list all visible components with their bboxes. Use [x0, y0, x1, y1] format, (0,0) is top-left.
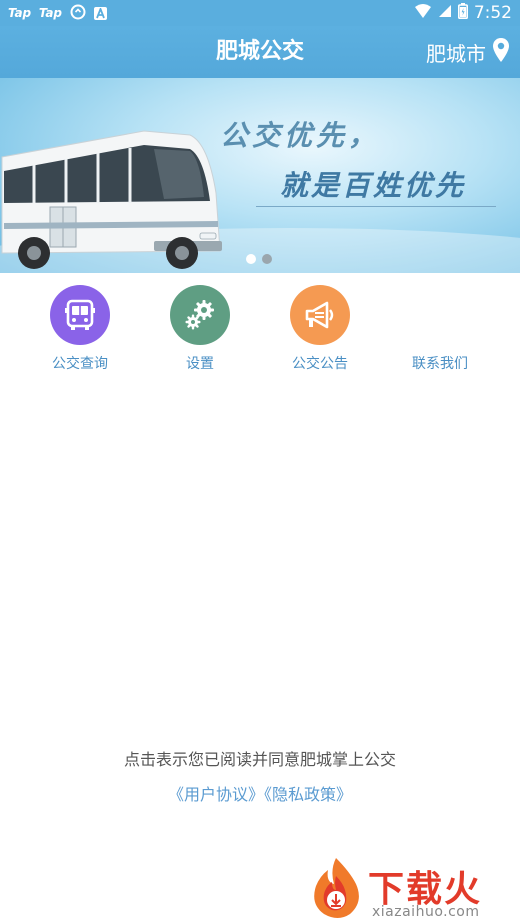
sync-icon [70, 4, 86, 23]
gears-icon [170, 285, 230, 345]
privacy-policy-link[interactable]: 《隐私政策》 [264, 785, 352, 804]
user-agreement-link[interactable]: 《用户协议》 [168, 785, 264, 804]
status-indicators: 7:52 [414, 2, 512, 24]
banner-slogan-line1: 公交优先， [220, 119, 381, 152]
menu-label: 公交查询 [52, 356, 108, 372]
watermark-url: xiazaihuo.com [372, 904, 480, 920]
bus-illustration [1, 130, 222, 269]
app-header: 肥城公交 肥城市 [0, 26, 520, 78]
menu-label: 公交公告 [292, 356, 348, 372]
banner-slogan-line2: 就是百姓优先 [280, 169, 467, 202]
pagination-dot[interactable] [262, 254, 272, 264]
agreement-links: 《用户协议》《隐私政策》 [0, 781, 520, 805]
menu-label: 设置 [186, 356, 214, 372]
pagination-dot-active[interactable] [246, 254, 256, 264]
menu-item-contact-us[interactable]: 联系我们 [380, 285, 500, 373]
taptap-notification-label: Tap [8, 6, 31, 20]
taptap-notification-label: Tap [38, 6, 62, 20]
location-pin-icon [492, 37, 510, 68]
agreement-text: 点击表示您已阅读并同意肥城掌上公交 [123, 750, 396, 769]
status-time: 7:52 [473, 3, 512, 23]
flame-logo-icon [314, 858, 359, 918]
city-selector[interactable]: 肥城市 [426, 26, 510, 78]
banner-divider [256, 206, 496, 207]
wifi-icon [414, 3, 432, 24]
menu-item-announcements[interactable]: 公交公告 [260, 285, 380, 373]
font-app-icon [93, 6, 107, 20]
banner-pagination [246, 254, 272, 264]
battery-icon [457, 2, 468, 24]
megaphone-icon [290, 285, 350, 345]
bus-icon [50, 285, 110, 345]
feature-menu: 公交查询 设置 公交公告 联系我们 [20, 285, 500, 373]
watermark: 下载火 xiazaihuo.com [306, 852, 516, 922]
menu-item-settings[interactable]: 设置 [140, 285, 260, 373]
status-bar: Tap Tap 7:52 [0, 0, 520, 26]
promo-banner[interactable]: 公交优先， 就是百姓优先 [0, 78, 520, 273]
signal-icon [438, 3, 452, 23]
menu-item-bus-query[interactable]: 公交查询 [20, 285, 140, 373]
menu-label: 联系我们 [412, 356, 468, 372]
status-notifications: Tap Tap [8, 4, 107, 23]
city-name: 肥城市 [426, 41, 486, 66]
contact-icon-placeholder [410, 285, 470, 345]
